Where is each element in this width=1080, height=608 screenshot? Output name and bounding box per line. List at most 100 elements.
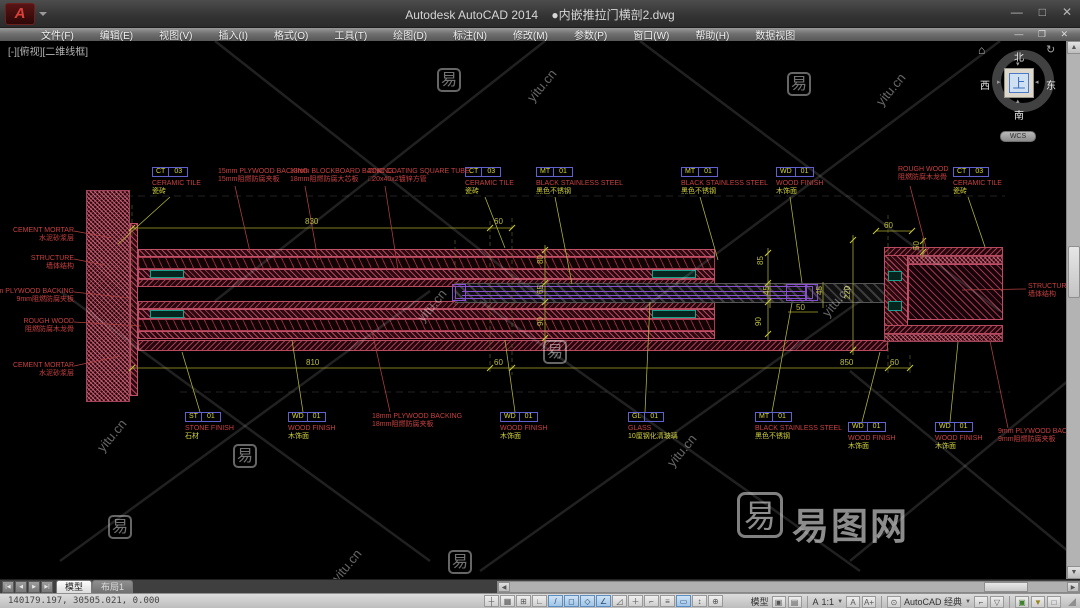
tab-nav-buttons[interactable]: |◀ ◀ ▶ ▶| (2, 581, 53, 593)
scroll-left-icon[interactable]: ◀ (498, 582, 510, 592)
annotation-visibility-icon[interactable]: A (846, 595, 861, 608)
menu-绘图D[interactable]: 绘图(D) (380, 27, 440, 42)
viewcube-orbit-icon[interactable]: ↻ (1046, 43, 1055, 56)
status-toggle-12[interactable]: ▭ (676, 595, 691, 607)
tab-model[interactable]: 模型 (56, 580, 93, 593)
document-title: ●内嵌推拉门横剖2.dwg (551, 8, 675, 22)
menu-工具T[interactable]: 工具(T) (321, 27, 380, 42)
viewcube-home-icon[interactable]: ⌂ (978, 43, 985, 57)
menu-参数P[interactable]: 参数(P) (561, 27, 620, 42)
annotation-scale-button[interactable]: 1:1 (822, 597, 835, 607)
viewcube-arrow-up-icon[interactable]: ▾ (1016, 60, 1020, 68)
status-toggle-icons: ┼ ▦ ⊞ ∟ / ◻ ◇ ∠ ◿ ＋ ⌐ ≡ ▭ ↕ ⊕ (484, 595, 723, 607)
tab-layout1[interactable]: 布局1 (92, 580, 134, 593)
annotation-scale-icon: A (812, 596, 819, 607)
title-bar: A Autodesk AutoCAD 2014 ●内嵌推拉门横剖2.dwg — … (0, 0, 1080, 28)
vertical-scrollbar[interactable]: ▲ ▼ (1066, 41, 1080, 579)
menu-帮助H[interactable]: 帮助(H) (682, 27, 742, 42)
viewcube-east[interactable]: 东 (1042, 77, 1060, 92)
horizontal-scroll-thumb[interactable] (984, 582, 1028, 592)
status-toggle-8[interactable]: ◿ (612, 595, 627, 607)
layout-preview-icon[interactable]: ▣ (771, 595, 786, 608)
workspace-switcher[interactable]: AutoCAD 经典 (904, 595, 962, 608)
menu-窗口W[interactable]: 窗口(W) (620, 27, 682, 42)
minimize-button[interactable]: — (1011, 5, 1023, 19)
status-toggle-1[interactable]: ▦ (500, 595, 515, 607)
watermark-glyph: 易 (787, 72, 811, 96)
watermark-domain: yitu.cn (328, 546, 365, 579)
app-title: Autodesk AutoCAD 2014 (405, 8, 539, 22)
menu-插入I[interactable]: 插入(I) (205, 27, 260, 42)
status-toggle-13[interactable]: ↕ (692, 595, 707, 607)
menu-标注N[interactable]: 标注(N) (440, 27, 500, 42)
scale-caret-icon[interactable]: ▼ (837, 599, 843, 605)
status-toggle-6[interactable]: ◇ (580, 595, 595, 607)
watermark-glyph: 易 (448, 550, 472, 574)
viewcube-top-face[interactable]: 上 (1004, 68, 1034, 98)
autocad-window: A Autodesk AutoCAD 2014 ●内嵌推拉门横剖2.dwg — … (0, 0, 1080, 608)
watermark-domain: yitu.cn (818, 281, 855, 320)
status-toggle-2[interactable]: ⊞ (516, 595, 531, 607)
status-toggle-10[interactable]: ⌐ (644, 595, 659, 607)
viewcube-top-label[interactable]: 上 (1009, 73, 1029, 93)
quick-view-drawings-icon[interactable]: ▤ (787, 595, 802, 608)
status-right-cluster: 模型 ▣ ▤ A 1:1 ▼ A A+ ⊙ AutoCAD 经典 ▼ ⌐ ▽ ▣ ▼ □ (751, 595, 1076, 608)
status-toggle-14[interactable]: ⊕ (708, 595, 723, 607)
status-toggle-0[interactable]: ┼ (484, 595, 499, 607)
viewcube-south[interactable]: 南 (1010, 107, 1028, 122)
menu-文件F[interactable]: 文件(F) (28, 27, 87, 42)
document-window-controls[interactable]: — ❐ ✕ (1014, 29, 1074, 40)
watermark-domain: yitu.cn (523, 66, 560, 105)
model-space-button[interactable]: 模型 (751, 595, 769, 608)
tab-nav-2[interactable]: ▶ (28, 581, 40, 593)
menu-格式O[interactable]: 格式(O) (261, 27, 321, 42)
tab-nav-0[interactable]: |◀ (2, 581, 14, 593)
maximize-button[interactable]: □ (1039, 5, 1046, 19)
window-title: Autodesk AutoCAD 2014 ●内嵌推拉门横剖2.dwg (0, 6, 1080, 23)
status-toggle-5[interactable]: ◻ (564, 595, 579, 607)
hardware-acceleration-icon[interactable]: ▽ (990, 595, 1004, 608)
tab-nav-1[interactable]: ◀ (15, 581, 27, 593)
status-toggle-11[interactable]: ≡ (660, 595, 675, 607)
watermark-domain: yitu.cn (413, 286, 450, 325)
wcs-button[interactable]: WCS (1000, 131, 1036, 142)
watermark-glyph: 易 (108, 515, 132, 539)
status-toggle-7[interactable]: ∠ (596, 595, 611, 607)
scroll-right-icon[interactable]: ▶ (1067, 582, 1079, 592)
viewcube-arrow-down-icon[interactable]: ▴ (1016, 97, 1020, 105)
clean-screen-icon[interactable]: □ (1047, 595, 1061, 608)
menu-修改M[interactable]: 修改(M) (500, 27, 561, 42)
status-toggle-4[interactable]: / (548, 595, 563, 607)
watermark-glyph: 易 (233, 444, 257, 468)
watermark-domain: yitu.cn (663, 431, 700, 470)
horizontal-scrollbar[interactable]: ◀ ▶ (497, 581, 1080, 593)
isolate-objects-icon[interactable]: ▣ (1015, 595, 1029, 608)
menu-编辑E[interactable]: 编辑(E) (87, 27, 146, 42)
viewcube-west[interactable]: 西 (976, 77, 994, 92)
watermark-site-name: 易图网 (792, 506, 909, 547)
workspace-caret-icon[interactable]: ▼ (965, 599, 971, 605)
toolbar-lock-icon[interactable]: ⌐ (974, 595, 988, 608)
close-button[interactable]: ✕ (1062, 5, 1072, 19)
resize-grip[interactable] (1068, 597, 1076, 606)
scroll-up-icon[interactable]: ▲ (1067, 41, 1080, 54)
tab-nav-3[interactable]: ▶| (41, 581, 53, 593)
watermark-domain: yitu.cn (93, 416, 130, 455)
watermark-domain: yitu.cn (872, 70, 909, 109)
vertical-scroll-thumb[interactable] (1068, 246, 1080, 298)
status-filter-icon[interactable]: ▼ (1031, 595, 1045, 608)
workspace-gear-icon[interactable]: ⊙ (887, 595, 902, 608)
watermark-logo-icon: 易 (737, 492, 783, 538)
drawing-canvas[interactable]: [-][俯视][二维线框] CT 03 CERAMIC TILE 瓷砖 CT 0… (0, 41, 1080, 579)
menu-bar: — ❐ ✕ 文件(F) 编辑(E) 视图(V) 插入(I) 格式(O) 工具(T) 绘图(D… (0, 27, 1080, 42)
annotation-autoscale-icon[interactable]: A+ (862, 595, 877, 608)
scroll-down-icon[interactable]: ▼ (1067, 566, 1080, 579)
menu-数据视图[interactable]: 数据视图 (742, 27, 808, 42)
viewcube-arrow-right-icon[interactable]: ◂ (1035, 78, 1039, 86)
status-toggle-3[interactable]: ∟ (532, 595, 547, 607)
viewcube-arrow-left-icon[interactable]: ▸ (997, 78, 1001, 86)
status-toggle-9[interactable]: ＋ (628, 595, 643, 607)
coordinate-readout: 140179.197, 30505.021, 0.000 (8, 596, 160, 606)
menu-视图V[interactable]: 视图(V) (146, 27, 205, 42)
watermark-glyph: 易 (437, 68, 461, 92)
